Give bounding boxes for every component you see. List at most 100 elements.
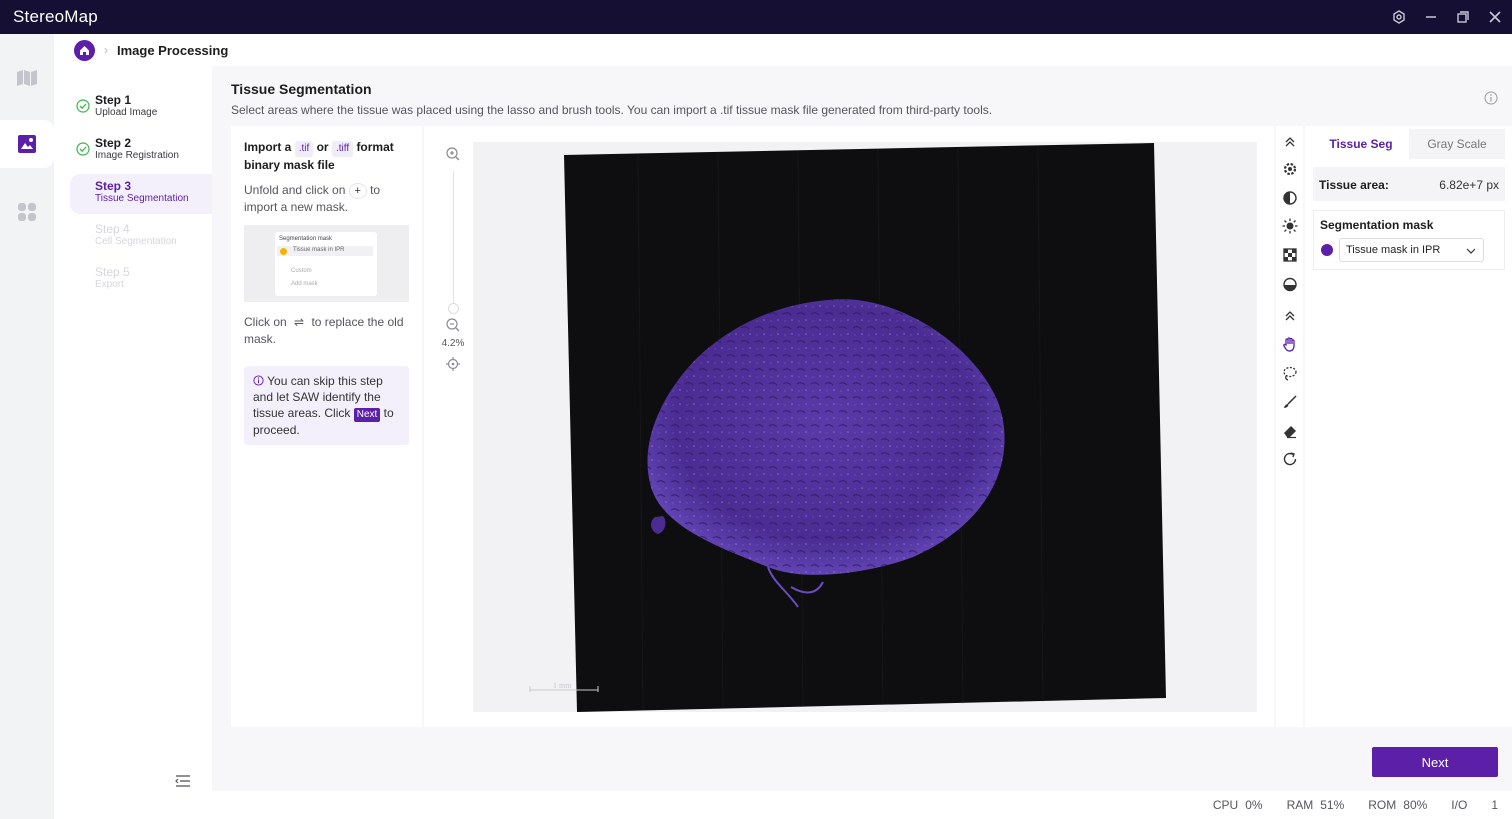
step-title: Step 4 (95, 222, 130, 236)
step-1[interactable]: Step 1 Upload Image (70, 88, 212, 128)
scale-bar-label: 1 mm (553, 681, 572, 690)
example-card: Segmentation mask Tissue mask in IPR Cus… (275, 232, 377, 296)
mask-select[interactable]: Tissue mask in IPR (1339, 238, 1484, 262)
rom-value: 80% (1403, 798, 1428, 812)
step-subtitle: Cell Segmentation (95, 236, 177, 247)
map-icon[interactable] (0, 54, 54, 102)
tab-tissue-seg[interactable]: Tissue Seg (1313, 129, 1409, 159)
collapse-up-icon[interactable] (1281, 133, 1298, 150)
example-item: Tissue mask in IPR (293, 247, 345, 253)
next-tag: Next (353, 408, 381, 422)
steps-panel: Step 1 Upload Image Step 2 Image Registr… (54, 66, 212, 791)
lasso-icon[interactable] (1281, 364, 1298, 381)
system-stats: CPU 0% RAM 51% ROM 80% I/O 1 (1213, 798, 1498, 812)
info-icon (253, 375, 264, 386)
chevron-down-icon (1466, 248, 1476, 254)
brush-icon[interactable] (1281, 393, 1298, 410)
image-canvas[interactable]: 1 mm (473, 142, 1257, 712)
status-bar: CPU 0% RAM 51% ROM 80% I/O 1 (54, 791, 1512, 819)
brightness-icon[interactable] (1281, 217, 1298, 234)
zoom-slider-handle[interactable] (448, 303, 459, 314)
check-circle-icon (76, 99, 90, 113)
page-description: Select areas where the tissue was placed… (231, 103, 993, 117)
breadcrumb-title: Image Processing (117, 42, 229, 58)
io-label: I/O (1451, 798, 1468, 812)
checker-icon[interactable] (1281, 246, 1298, 263)
step-4: Step 4 Cell Segmentation (70, 217, 212, 257)
tab-gray-scale[interactable]: Gray Scale (1409, 129, 1505, 159)
close-icon[interactable] (1486, 8, 1504, 26)
image-icon[interactable] (0, 120, 54, 168)
step-2[interactable]: Step 2 Image Registration (70, 131, 212, 171)
settings-icon[interactable] (1390, 8, 1408, 26)
instructions-panel: Import a .tif or .tiff format binary mas… (231, 126, 422, 727)
example-add: Add mask (291, 281, 318, 287)
step-title: Step 5 (95, 265, 130, 279)
page-title: Tissue Segmentation (231, 81, 372, 97)
example-custom: Custom (291, 268, 312, 274)
settings-panel: Tissue Seg Gray Scale Tissue area: 6.82e… (1305, 126, 1512, 727)
title-bar: StereoMap (0, 0, 1512, 34)
io-value: 1 (1491, 798, 1498, 812)
segmentation-mask-label: Segmentation mask (1320, 218, 1434, 232)
unfold-instruction: Unfold and click on + to import a new ma… (244, 182, 414, 216)
import-instruction: Import a .tif or .tiff format binary mas… (244, 139, 414, 173)
step-title: Step 1 (95, 93, 132, 107)
example-row: Tissue mask in IPR (277, 246, 373, 256)
text: Unfold and click on (244, 183, 346, 197)
next-button[interactable]: Next (1372, 747, 1498, 777)
info-icon[interactable] (1484, 91, 1498, 105)
tissue-area-value: 6.82e+7 px (1439, 178, 1499, 192)
tissue-area-box: Tissue area: 6.82e+7 px (1313, 167, 1505, 201)
restore-icon[interactable] (1454, 8, 1472, 26)
tissue-area-label: Tissue area: (1319, 178, 1389, 192)
tool-column (1276, 126, 1303, 727)
minimize-icon[interactable] (1422, 8, 1440, 26)
cpu-value: 0% (1245, 798, 1263, 812)
window-controls (1390, 0, 1504, 34)
image-viewer: 4.2% 1 mm (424, 126, 1274, 727)
replace-instruction: Click on ⇌ to replace the old mask. (244, 314, 414, 348)
eraser-icon[interactable] (1281, 422, 1298, 439)
recenter-icon[interactable] (445, 356, 461, 372)
step-title: Step 2 (95, 136, 132, 150)
hand-icon[interactable] (1281, 335, 1298, 352)
tissue-image: 1 mm (529, 143, 1166, 712)
mask-color-dot (1321, 244, 1333, 256)
step-subtitle: Upload Image (95, 107, 158, 118)
step-subtitle: Export (95, 279, 124, 290)
step-5: Step 5 Export (70, 260, 212, 300)
tif-tag: .tif (294, 141, 314, 157)
text: Click on (244, 315, 287, 329)
step-title: Step 3 (95, 179, 132, 193)
panel-tabs: Tissue Seg Gray Scale (1313, 129, 1505, 159)
text: or (316, 140, 329, 154)
home-icon[interactable] (74, 39, 95, 61)
contrast-icon[interactable] (1281, 189, 1298, 206)
segmentation-mask-box: Segmentation mask Tissue mask in IPR (1313, 210, 1505, 270)
zoom-out-icon[interactable] (445, 317, 461, 333)
collapse-menu-icon[interactable] (174, 773, 192, 789)
step-subtitle: Image Registration (95, 150, 179, 161)
rotate-icon[interactable] (1281, 450, 1298, 467)
step-subtitle: Tissue Segmentation (95, 193, 189, 204)
example-title: Segmentation mask (279, 236, 333, 242)
dot-icon (280, 248, 287, 255)
step-3[interactable]: Step 3 Tissue Segmentation (70, 174, 212, 214)
breadcrumb: › Image Processing (54, 34, 1512, 66)
apps-icon[interactable] (0, 188, 54, 236)
rom-label: ROM (1368, 798, 1397, 812)
check-circle-icon (76, 142, 90, 156)
zoom-slider-track[interactable] (453, 171, 454, 311)
ram-label: RAM (1286, 798, 1314, 812)
zoom-in-icon[interactable] (445, 146, 461, 162)
settings-cog-icon[interactable] (1281, 160, 1298, 177)
tiff-tag: .tiff (331, 141, 354, 157)
plus-icon: + (348, 183, 367, 199)
collapse-up-icon[interactable] (1281, 307, 1298, 324)
ram-value: 51% (1320, 798, 1345, 812)
example-screenshot: Segmentation mask Tissue mask in IPR Cus… (244, 225, 409, 302)
drop-icon[interactable] (1281, 275, 1298, 292)
skip-tip: You can skip this step and let SAW ident… (244, 366, 409, 445)
cpu-label: CPU (1212, 798, 1239, 812)
